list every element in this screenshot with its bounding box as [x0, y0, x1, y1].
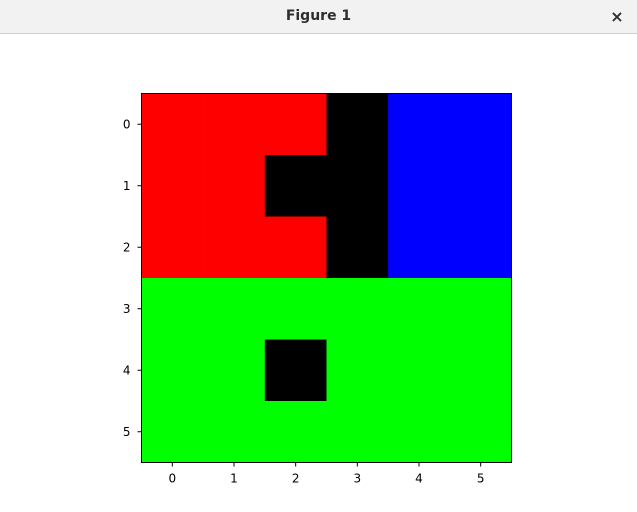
y-tick-label-2: 2: [123, 240, 131, 254]
heatmap-chart: 0 1 2 3 4 5 0 1 2 3 4 5: [123, 93, 512, 486]
title-bar: Figure 1 ×: [0, 0, 637, 34]
x-tick-label-5: 5: [477, 472, 485, 486]
heatmap-cell-2-4: [388, 216, 451, 279]
heatmap-cell-0-3: [326, 93, 389, 156]
heatmap-cell-5-1: [203, 401, 266, 463]
heatmap-cell-5-0: [141, 401, 204, 463]
y-tick-label-5: 5: [123, 425, 131, 439]
y-tick-label-0: 0: [123, 117, 131, 131]
heatmap-cell-1-4: [388, 155, 451, 217]
heatmap-cell-1-2: [264, 155, 327, 217]
x-tick-label-3: 3: [354, 472, 362, 486]
heatmap-cell-3-2: [264, 278, 327, 340]
heatmap-cell-4-3: [326, 339, 389, 402]
y-tick-label-1: 1: [123, 179, 131, 193]
heatmap-cell-4-2: [264, 339, 327, 402]
y-axis-ticks: 0 1 2 3 4 5: [123, 117, 142, 439]
heatmap-cell-3-1: [203, 278, 266, 340]
heatmap-cell-2-3: [326, 216, 389, 279]
close-icon[interactable]: ×: [607, 0, 627, 33]
heatmap-cell-0-5: [449, 93, 512, 156]
heatmap-cell-2-1: [203, 216, 266, 279]
heatmap-cell-5-5: [449, 401, 512, 463]
heatmap-cell-4-1: [203, 339, 266, 402]
heatmap-cell-0-0: [141, 93, 204, 156]
x-tick-label-1: 1: [230, 472, 238, 486]
figure-canvas: 0 1 2 3 4 5 0 1 2 3 4 5: [0, 34, 637, 512]
heatmap-cell-1-1: [203, 155, 266, 217]
heatmap-cell-0-1: [203, 93, 266, 156]
window-title: Figure 1: [285, 8, 352, 24]
heatmap-cells: [141, 93, 512, 463]
heatmap-cell-1-5: [449, 155, 512, 217]
heatmap-cell-5-3: [326, 401, 389, 463]
heatmap-cell-4-4: [388, 339, 451, 402]
figure-window: Figure 1 × 0 1 2 3 4 5 0 1 2 3 4 5: [0, 0, 637, 512]
heatmap-cell-0-2: [264, 93, 327, 156]
x-axis-ticks: 0 1 2 3 4 5: [169, 462, 485, 486]
heatmap-cell-2-5: [449, 216, 512, 279]
heatmap-cell-4-5: [449, 339, 512, 402]
heatmap-cell-1-3: [326, 155, 389, 217]
x-tick-label-0: 0: [169, 472, 177, 486]
x-tick-label-2: 2: [292, 472, 300, 486]
heatmap-cell-3-5: [449, 278, 512, 340]
heatmap-cell-3-0: [141, 278, 204, 340]
heatmap-cell-2-0: [141, 216, 204, 279]
heatmap-cell-0-4: [388, 93, 451, 156]
y-tick-label-4: 4: [123, 363, 131, 377]
heatmap-cell-3-4: [388, 278, 451, 340]
heatmap-cell-3-3: [326, 278, 389, 340]
heatmap-cell-2-2: [264, 216, 327, 279]
heatmap-cell-4-0: [141, 339, 204, 402]
heatmap-cell-5-2: [264, 401, 327, 463]
heatmap-cell-5-4: [388, 401, 451, 463]
x-tick-label-4: 4: [415, 472, 423, 486]
y-tick-label-3: 3: [123, 302, 131, 316]
heatmap-cell-1-0: [141, 155, 204, 217]
